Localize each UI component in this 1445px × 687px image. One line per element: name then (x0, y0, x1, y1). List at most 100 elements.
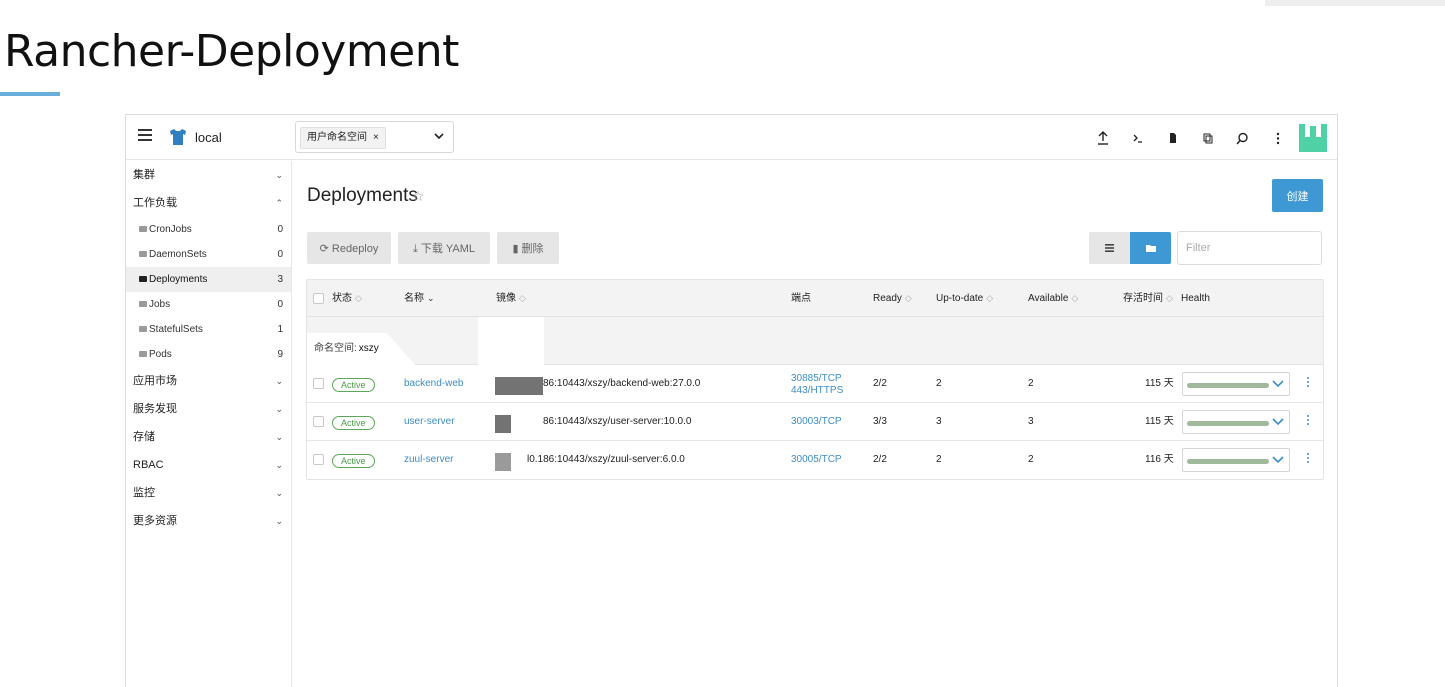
sort-icon: ◇ (1166, 293, 1173, 303)
chevron-down-icon: ⌄ (275, 432, 283, 442)
col-ready[interactable]: Ready ◇ (873, 280, 912, 317)
row-checkbox[interactable] (313, 454, 324, 465)
row-checkbox[interactable] (313, 378, 324, 389)
title-underline (0, 92, 60, 96)
toolbar-icons (1085, 123, 1327, 153)
sidebar-group-storage[interactable]: 存储 ⌄ (126, 423, 291, 451)
table-row: Active user-server 86:10443/xszy/user-se… (307, 403, 1323, 441)
health-dropdown[interactable] (1182, 372, 1290, 396)
endpoint-link[interactable]: 30005/TCP (791, 454, 842, 466)
folder-icon (139, 226, 147, 232)
sidebar-item-deployments[interactable]: Deployments 3 (126, 267, 291, 292)
sidebar-item-cronjobs[interactable]: CronJobs 0 (126, 217, 291, 242)
shell-icon[interactable] (1120, 123, 1155, 153)
kebab-icon[interactable] (1260, 123, 1295, 153)
col-available[interactable]: Available ◇ (1028, 280, 1078, 317)
table-header: 状态 ◇ 名称 ⌄ 镜像 ◇ 端点 Ready ◇ Up-to-date ◇ Availa… (307, 280, 1323, 317)
delete-button[interactable]: ▮ 删除 (497, 232, 559, 264)
chevron-down-icon: ⌄ (275, 376, 283, 386)
sidebar-group-cluster[interactable]: 集群 ⌄ (126, 161, 291, 189)
row-actions-kebab-icon[interactable] (1304, 415, 1312, 431)
folder-icon (139, 301, 147, 307)
sidebar-item-jobs[interactable]: Jobs 0 (126, 292, 291, 317)
age-value: 115 天 (1145, 416, 1174, 427)
sidebar-group-service-discovery[interactable]: 服务发现 ⌄ (126, 395, 291, 423)
health-bar (1187, 459, 1269, 464)
ready-value: 2/2 (873, 454, 887, 465)
health-bar (1187, 383, 1269, 388)
rancher-window: local 用户命名空间 × 集群 ⌄ 工作负载 ⌃ CronJobs 0 Da… (125, 114, 1338, 687)
health-dropdown[interactable] (1182, 448, 1290, 472)
namespace-chip: 用户命名空间 × (300, 127, 386, 149)
redeploy-button[interactable]: ⟳ Redeploy (307, 232, 391, 264)
col-image[interactable]: 镜像 ◇ (496, 280, 526, 317)
folder-icon (139, 351, 147, 357)
file-icon[interactable] (1155, 123, 1190, 153)
search-icon[interactable] (1225, 123, 1260, 153)
uptodate-value: 3 (936, 416, 942, 427)
deployment-name-link[interactable]: backend-web (404, 365, 463, 403)
chevron-down-icon: ⌄ (275, 404, 283, 414)
sidebar-group-apps[interactable]: 应用市场 ⌄ (126, 367, 291, 395)
available-value: 3 (1028, 416, 1034, 427)
list-icon (1105, 244, 1114, 252)
filter-input[interactable] (1177, 231, 1322, 265)
image-text: 86:10443/xszy/user-server:10.0.0 (543, 416, 692, 427)
download-yaml-button[interactable]: ⤓ 下载 YAML (398, 232, 490, 264)
health-dropdown[interactable] (1182, 410, 1290, 434)
namespace-select[interactable]: 用户命名空间 × (295, 121, 454, 153)
sidebar: 集群 ⌄ 工作负载 ⌃ CronJobs 0 DaemonSets 0 Deployme… (126, 161, 292, 687)
user-avatar[interactable] (1299, 124, 1327, 152)
endpoint-link[interactable]: 30003/TCP (791, 416, 842, 428)
sort-icon: ◇ (355, 293, 362, 303)
group-by-namespace-button[interactable] (1130, 232, 1171, 264)
refresh-icon: ⟳ (319, 242, 332, 255)
chip-remove-icon[interactable]: × (373, 132, 379, 143)
chevron-down-icon (1272, 380, 1284, 388)
cluster-name[interactable]: local (195, 130, 222, 145)
sort-desc-icon: ⌄ (427, 293, 435, 303)
copy-icon[interactable] (1190, 123, 1225, 153)
col-state[interactable]: 状态 ◇ (332, 280, 362, 317)
col-age[interactable]: 存活时间 ◇ (1123, 280, 1173, 317)
sidebar-group-more-resources[interactable]: 更多资源 ⌄ (126, 507, 291, 535)
row-actions-kebab-icon[interactable] (1304, 453, 1312, 469)
create-button[interactable]: 创建 (1272, 179, 1323, 212)
deployment-name-link[interactable]: user-server (404, 403, 455, 441)
image-text: l0.186:10443/xszy/zuul-server:6.0.0 (527, 454, 685, 465)
sort-icon: ◇ (1071, 293, 1079, 303)
endpoint-link[interactable]: 30885/TCP (791, 373, 842, 385)
row-checkbox[interactable] (313, 416, 324, 427)
col-uptodate[interactable]: Up-to-date ◇ (936, 280, 993, 317)
col-name[interactable]: 名称 ⌄ (404, 280, 435, 317)
sidebar-item-pods[interactable]: Pods 9 (126, 342, 291, 367)
star-icon[interactable]: ☆ (412, 188, 425, 205)
sidebar-group-workloads[interactable]: 工作负载 ⌃ (126, 189, 291, 217)
slide-title: Rancher-Deployment (4, 26, 459, 77)
page-title: Deployments (307, 185, 418, 206)
download-icon: ⤓ (412, 243, 421, 255)
upload-icon[interactable] (1085, 123, 1120, 153)
redaction-mask (478, 317, 544, 365)
col-endpoints: 端点 (791, 293, 811, 304)
sort-icon: ◇ (904, 293, 912, 303)
endpoint-link[interactable]: 443/HTTPS (791, 385, 843, 397)
select-all-checkbox[interactable] (313, 293, 324, 304)
chevron-down-icon (1272, 456, 1284, 464)
namespace-group-label: 命名空间: xszy (307, 333, 415, 365)
deployment-name-link[interactable]: zuul-server (404, 441, 453, 479)
hamburger-menu-icon[interactable] (138, 129, 152, 141)
slide-corner-decoration (1265, 0, 1445, 6)
redaction-block (495, 415, 511, 433)
chevron-down-icon (1272, 418, 1284, 426)
sidebar-item-daemonsets[interactable]: DaemonSets 0 (126, 242, 291, 267)
view-toggle (1089, 232, 1171, 264)
sidebar-item-statefulsets[interactable]: StatefulSets 1 (126, 317, 291, 342)
row-actions-kebab-icon[interactable] (1304, 377, 1312, 393)
flat-list-view-button[interactable] (1089, 232, 1130, 264)
uptodate-value: 2 (936, 378, 942, 389)
ready-value: 2/2 (873, 378, 887, 389)
age-value: 115 天 (1145, 378, 1174, 389)
sidebar-group-rbac[interactable]: RBAC ⌄ (126, 451, 291, 479)
sidebar-group-monitoring[interactable]: 监控 ⌄ (126, 479, 291, 507)
